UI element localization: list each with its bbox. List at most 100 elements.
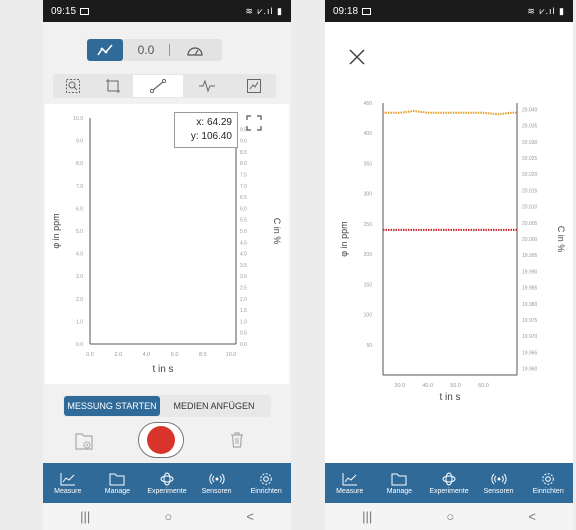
y2-tick-label: 5.0	[240, 229, 247, 235]
y2-tick-label: 20.030	[522, 140, 538, 146]
readout-y: y: 106.40	[190, 131, 232, 142]
y-tick-label: 0.0	[76, 342, 83, 348]
nav-sensors[interactable]: Sensoren	[192, 463, 242, 503]
x-tick-label: 2.0	[114, 352, 122, 358]
smoothing-button[interactable]	[183, 75, 231, 97]
start-measurement-button[interactable]: MESSUNG STARTEN	[64, 396, 160, 416]
nav-settings-label: Einrichten	[532, 487, 564, 495]
y2-tick-label: 3.5	[240, 263, 247, 269]
y2-tick-label: 20.005	[522, 221, 538, 227]
nav-manage[interactable]: Manage	[93, 463, 143, 503]
measure-chart[interactable]: 0.01.02.03.04.05.06.07.08.09.010.00.00.5…	[45, 104, 289, 384]
y-tick-label: 450	[364, 101, 373, 107]
display-mode-selector: 0.0	[87, 39, 222, 61]
nav-experiments[interactable]: Experimente	[142, 463, 192, 503]
y-axis-title: φ in ppm	[339, 221, 349, 256]
folder-icon	[391, 473, 407, 485]
nav-manage[interactable]: Manage	[375, 463, 425, 503]
y2-tick-label: 19.960	[522, 367, 538, 373]
trash-icon[interactable]	[229, 431, 245, 449]
folder-add-icon[interactable]	[74, 430, 94, 452]
nav-experiments[interactable]: Experimente	[424, 463, 474, 503]
nav-settings[interactable]: Einrichten	[523, 463, 573, 503]
zoom-box-icon	[66, 79, 80, 93]
fullscreen-icon[interactable]	[246, 115, 262, 131]
y2-tick-label: 19.980	[522, 302, 538, 308]
y2-tick-label: 19.985	[522, 286, 538, 292]
y2-tick-label: 9.0	[240, 139, 247, 145]
back-button[interactable]: <	[246, 509, 254, 524]
nav-experiments-label: Experimente	[429, 487, 469, 495]
x-tick-label: 8.0	[199, 352, 207, 358]
value-mode-button[interactable]: 0.0	[123, 39, 169, 61]
close-icon[interactable]	[347, 47, 367, 67]
nav-measure[interactable]: Measure	[325, 463, 375, 503]
graph-mode-button[interactable]	[87, 39, 123, 61]
phone-screen-measure: 09:15 ≋ ⩗.ıl ▮ 0.0 0.0 1.0 2.0 3.0 4.0 5…	[43, 0, 291, 530]
y-tick-label: 8.0	[76, 161, 83, 167]
nav-settings[interactable]: Einrichten	[241, 463, 291, 503]
gauge-mode-button[interactable]	[170, 39, 220, 61]
y-tick-label: 9.0	[76, 139, 83, 145]
y2-tick-label: 7.0	[240, 184, 247, 190]
y2-tick-label: 2.5	[240, 286, 247, 292]
gear-icon	[542, 472, 554, 485]
nav-sensors[interactable]: Sensoren	[474, 463, 524, 503]
x-tick-label: 6.0	[171, 352, 179, 358]
y2-tick-label: 20.000	[522, 237, 538, 243]
crop-button[interactable]	[93, 75, 133, 97]
fit-icon	[246, 79, 261, 93]
measurement-actions: MESSUNG STARTEN MEDIEN ANFÜGEN	[63, 395, 271, 417]
fullscreen-chart[interactable]: 50 100 150 200 250 300 350 400 450 19.960 19.965 19…	[325, 95, 573, 415]
back-button[interactable]: <	[528, 509, 536, 524]
y2-tick-label: 19.965	[522, 350, 538, 356]
y2-tick-label: 20.015	[522, 188, 538, 194]
y-tick-label: 3.0	[76, 274, 83, 280]
y-tick-label: 4.0	[76, 252, 83, 258]
y2-axis-title: C in %	[272, 218, 282, 245]
fit-button[interactable]	[231, 75, 276, 97]
y2-tick-label: 20.035	[522, 124, 538, 130]
record-button[interactable]	[138, 422, 184, 458]
attach-media-button[interactable]: MEDIEN ANFÜGEN	[160, 396, 268, 416]
nav-manage-label: Manage	[386, 487, 413, 495]
nav-measure-label: Measure	[336, 487, 364, 495]
x-tick-label: 30.0	[394, 383, 405, 389]
status-time: 09:15	[51, 5, 77, 17]
zoom-box-button[interactable]	[53, 75, 93, 97]
line-tool-icon	[149, 78, 167, 94]
y2-tick-label: 4.0	[240, 252, 247, 258]
recents-button[interactable]: |||	[362, 509, 372, 524]
recents-button[interactable]: |||	[80, 509, 90, 524]
x-tick-label: 40.0	[422, 383, 433, 389]
system-navigation: ||| ○ <	[43, 503, 291, 530]
nav-settings-label: Einrichten	[250, 487, 282, 495]
nav-measure[interactable]: Measure	[43, 463, 93, 503]
home-button[interactable]: ○	[446, 509, 454, 524]
graph-icon	[97, 44, 113, 56]
y-tick-label: 400	[364, 131, 373, 137]
y-tick-label: 10.0	[73, 116, 83, 122]
y2-tick-label: 19.970	[522, 334, 538, 340]
status-bar: 09:15 ≋ ⩗.ıl ▮	[43, 0, 291, 22]
y-tick-label: 2.0	[76, 297, 83, 303]
x-axis-title: t in s	[152, 364, 173, 375]
gallery-icon	[362, 7, 372, 15]
y-tick-label: 150	[364, 282, 373, 288]
y-tick-label: 6.0	[76, 206, 83, 212]
y-tick-label: 250	[364, 222, 373, 228]
y2-tick-label: 0.0	[240, 342, 247, 348]
experiment-icon	[442, 472, 456, 485]
y2-tick-label: 19.995	[522, 253, 538, 259]
phone-screen-chart-fullscreen: 09:18 ≋ ⩗.ıl ▮ 50 100 150 200 250 300 350 400 45…	[325, 0, 573, 530]
cursor-readout: x: 64.29 y: 106.40	[174, 112, 238, 148]
y-tick-label: 50	[366, 343, 372, 349]
line-tool-button[interactable]	[133, 75, 183, 97]
home-button[interactable]: ○	[164, 509, 172, 524]
y2-tick-label: 19.990	[522, 269, 538, 275]
y-tick-label: 7.0	[76, 184, 83, 190]
y-tick-label: 5.0	[76, 229, 83, 235]
experiment-icon	[160, 472, 174, 485]
y2-tick-label: 8.0	[240, 161, 247, 167]
sensor-icon	[208, 473, 225, 484]
